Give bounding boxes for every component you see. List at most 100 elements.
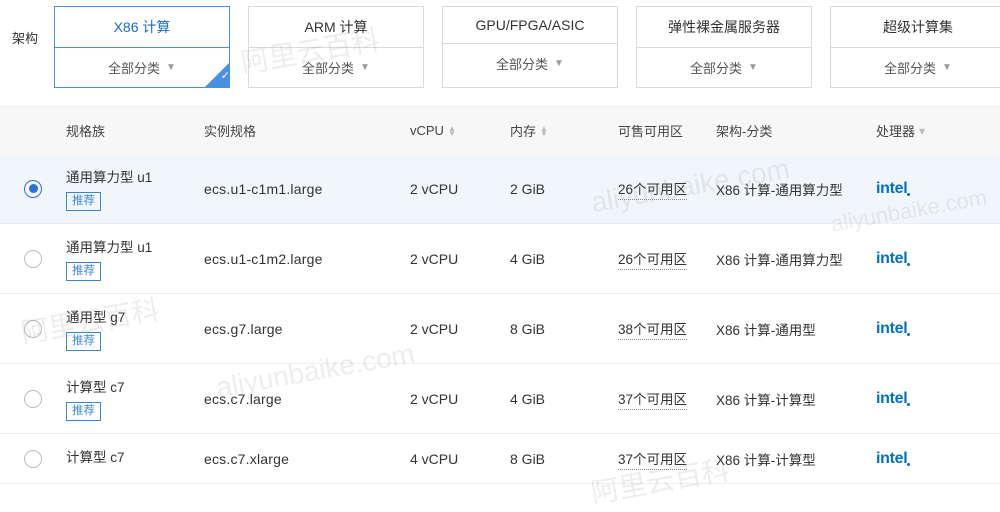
sort-icon[interactable]: ▲▼ (540, 126, 548, 136)
row-radio-cell (0, 320, 66, 338)
col-mem[interactable]: 内存 ▲▼ (510, 121, 618, 140)
row-zone: 37个可用区 (618, 388, 716, 410)
table-row[interactable]: 通用型 g7 推荐 ecs.g7.large 2 vCPU 8 GiB 38个可… (0, 294, 1000, 364)
intel-logo: intel (876, 320, 907, 338)
col-archcat[interactable]: 架构-分类 (716, 121, 876, 140)
col-spec[interactable]: 实例规格 (204, 121, 410, 140)
radio-button[interactable] (24, 250, 42, 268)
arch-tab-subcategory-select[interactable]: 全部分类 ▼ (637, 48, 811, 87)
recommended-tag: 推荐 (66, 402, 101, 421)
col-zone[interactable]: 可售可用区 (618, 121, 716, 140)
arch-tab-title: X86 计算 (55, 7, 229, 48)
table-body: 通用算力型 u1 推荐 ecs.u1-c1m1.large 2 vCPU 2 G… (0, 154, 1000, 484)
zone-link[interactable]: 26个可用区 (618, 178, 687, 200)
row-radio-cell (0, 180, 66, 198)
radio-button[interactable] (24, 390, 42, 408)
col-family[interactable]: 规格族 (66, 121, 204, 140)
arch-tab-subcategory-select[interactable]: 全部分类 ▼ (55, 48, 229, 87)
row-mem: 4 GiB (510, 391, 618, 407)
recommended-tag: 推荐 (66, 192, 101, 211)
row-proc: intel (876, 320, 966, 338)
arch-tab-select-label: 全部分类 (108, 58, 160, 77)
col-mem-label: 内存 (510, 121, 536, 140)
row-proc: intel (876, 250, 966, 268)
col-proc[interactable]: 处理器 ▾ (876, 121, 966, 140)
instance-table: 规格族 实例规格 vCPU ▲▼ 内存 ▲▼ 可售可用区 架构-分类 处理器 ▾… (0, 106, 1000, 484)
row-mem: 2 GiB (510, 181, 618, 197)
table-row[interactable]: 计算型 c7 ecs.c7.xlarge 4 vCPU 8 GiB 37个可用区… (0, 434, 1000, 484)
family-name: 通用算力型 u1 (66, 236, 204, 256)
arch-tab-title: ARM 计算 (249, 7, 423, 48)
arch-tab-title: 弹性裸金属服务器 (637, 7, 811, 48)
row-family-cell: 计算型 c7 推荐 (66, 376, 204, 421)
row-spec: ecs.c7.large (204, 391, 410, 407)
arch-tab-select-label: 全部分类 (302, 58, 354, 77)
radio-button[interactable] (24, 320, 42, 338)
selected-corner-check-icon (205, 63, 229, 87)
row-spec: ecs.u1-c1m2.large (204, 251, 410, 267)
row-zone: 37个可用区 (618, 448, 716, 470)
row-family-cell: 通用算力型 u1 推荐 (66, 166, 204, 211)
row-spec: ecs.c7.xlarge (204, 451, 410, 467)
row-family-cell: 计算型 c7 (66, 446, 204, 471)
radio-button[interactable] (24, 180, 42, 198)
row-spec: ecs.u1-c1m1.large (204, 181, 410, 197)
row-mem: 4 GiB (510, 251, 618, 267)
row-vcpu: 2 vCPU (410, 391, 510, 407)
row-archcat: X86 计算-通用算力型 (716, 249, 876, 269)
table-row[interactable]: 通用算力型 u1 推荐 ecs.u1-c1m2.large 2 vCPU 4 G… (0, 224, 1000, 294)
row-proc: intel (876, 390, 966, 408)
intel-logo: intel (876, 250, 907, 268)
intel-logo: intel (876, 390, 907, 408)
zone-link[interactable]: 38个可用区 (618, 318, 687, 340)
arch-tab-subcategory-select[interactable]: 全部分类 ▼ (831, 48, 1000, 87)
sort-icon[interactable]: ▲▼ (448, 126, 456, 136)
arch-tab-subcategory-select[interactable]: 全部分类 ▼ (249, 48, 423, 87)
family-name: 通用型 g7 (66, 306, 204, 326)
row-vcpu: 2 vCPU (410, 181, 510, 197)
family-name: 计算型 c7 (66, 446, 204, 466)
col-proc-label: 处理器 (876, 121, 915, 140)
chevron-down-icon: ▼ (360, 62, 370, 73)
zone-link[interactable]: 37个可用区 (618, 448, 687, 470)
row-proc: intel (876, 450, 966, 468)
recommended-tag: 推荐 (66, 332, 101, 351)
arch-tab-subcategory-select[interactable]: 全部分类 ▼ (443, 44, 617, 83)
family-name: 通用算力型 u1 (66, 166, 204, 186)
row-zone: 38个可用区 (618, 318, 716, 340)
row-spec: ecs.g7.large (204, 321, 410, 337)
table-row[interactable]: 计算型 c7 推荐 ecs.c7.large 2 vCPU 4 GiB 37个可… (0, 364, 1000, 434)
arch-tab-select-label: 全部分类 (690, 58, 742, 77)
col-vcpu-label: vCPU (410, 123, 444, 138)
zone-link[interactable]: 37个可用区 (618, 388, 687, 410)
row-radio-cell (0, 450, 66, 468)
arch-tab[interactable]: GPU/FPGA/ASIC 全部分类 ▼ (442, 6, 618, 88)
arch-tab[interactable]: ARM 计算 全部分类 ▼ (248, 6, 424, 88)
row-vcpu: 2 vCPU (410, 251, 510, 267)
table-header: 规格族 实例规格 vCPU ▲▼ 内存 ▲▼ 可售可用区 架构-分类 处理器 ▾ (0, 106, 1000, 154)
architecture-label: 架构 (0, 6, 54, 47)
architecture-filter-row: 架构 X86 计算 全部分类 ▼ ARM 计算 全部分类 ▼ GPU/FPGA/… (0, 0, 1000, 88)
arch-tab[interactable]: 超级计算集 全部分类 ▼ (830, 6, 1000, 88)
architecture-tabs: X86 计算 全部分类 ▼ ARM 计算 全部分类 ▼ GPU/FPGA/ASI… (54, 6, 1000, 88)
row-family-cell: 通用型 g7 推荐 (66, 306, 204, 351)
chevron-down-icon: ▼ (942, 62, 952, 73)
arch-tab[interactable]: 弹性裸金属服务器 全部分类 ▼ (636, 6, 812, 88)
arch-tab-title: 超级计算集 (831, 7, 1000, 48)
col-vcpu[interactable]: vCPU ▲▼ (410, 123, 510, 138)
row-vcpu: 4 vCPU (410, 451, 510, 467)
zone-link[interactable]: 26个可用区 (618, 248, 687, 270)
arch-tab-title: GPU/FPGA/ASIC (443, 7, 617, 44)
radio-button[interactable] (24, 450, 42, 468)
family-name: 计算型 c7 (66, 376, 204, 396)
row-zone: 26个可用区 (618, 178, 716, 200)
filter-icon[interactable]: ▾ (919, 124, 925, 138)
recommended-tag: 推荐 (66, 262, 101, 281)
row-mem: 8 GiB (510, 321, 618, 337)
arch-tab[interactable]: X86 计算 全部分类 ▼ (54, 6, 230, 88)
row-archcat: X86 计算-计算型 (716, 389, 876, 409)
row-vcpu: 2 vCPU (410, 321, 510, 337)
table-row[interactable]: 通用算力型 u1 推荐 ecs.u1-c1m1.large 2 vCPU 2 G… (0, 154, 1000, 224)
row-proc: intel (876, 180, 966, 198)
arch-tab-select-label: 全部分类 (884, 58, 936, 77)
